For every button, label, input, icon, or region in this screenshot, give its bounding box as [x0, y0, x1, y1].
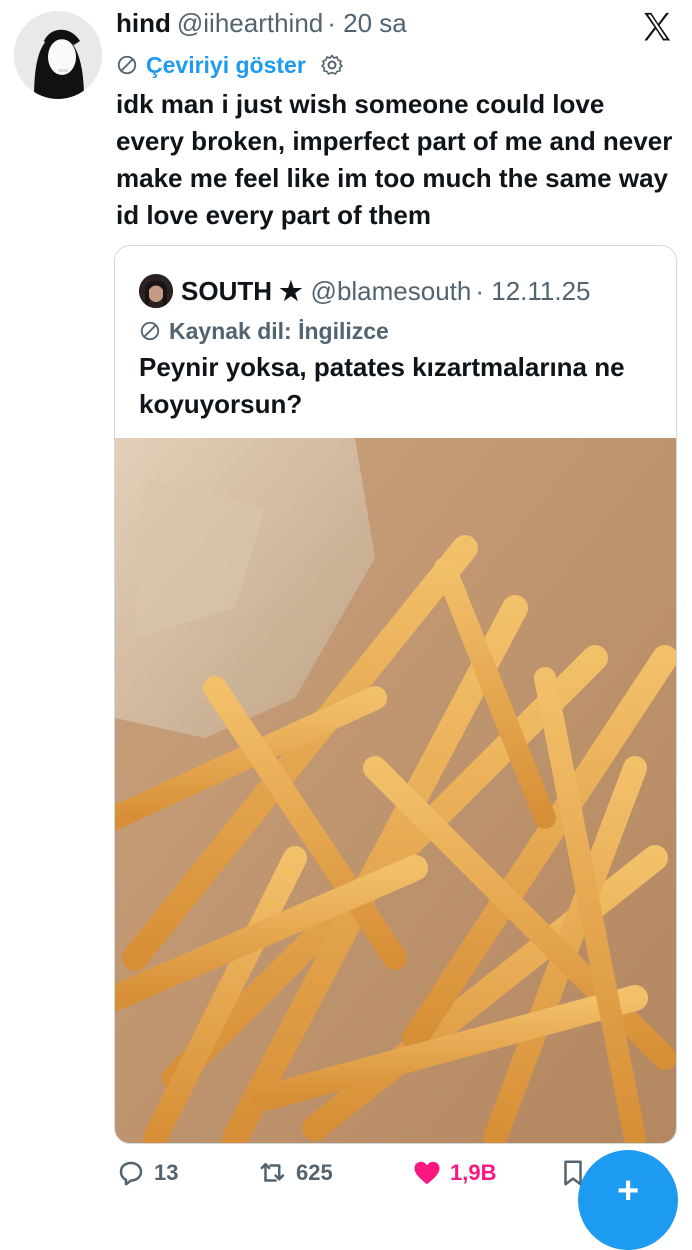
- tweet-text: idk man i just wish someone could love e…: [116, 89, 673, 230]
- quote-source-language: Kaynak dil: İngilizce: [139, 316, 389, 346]
- show-translation-link[interactable]: Çeviriyi göster: [146, 52, 306, 79]
- tweet-header: hind @iihearthind · 20 sa: [116, 8, 632, 44]
- globe-slash-icon: [140, 321, 160, 341]
- reply-icon: [119, 1161, 143, 1186]
- quote-date: · 12.11.25: [475, 275, 591, 306]
- author-handle[interactable]: @iihearthind: [177, 8, 323, 38]
- source-language-label: Kaynak dil: İngilizce: [169, 317, 389, 344]
- plus-icon: +: [617, 1170, 640, 1212]
- retweet-icon: [260, 1163, 285, 1182]
- quote-avatar: [139, 274, 173, 308]
- quote-text: Peynir yoksa, patates kızartmalarına ne …: [139, 352, 625, 419]
- heart-icon: [414, 1161, 440, 1185]
- x-logo-icon[interactable]: [640, 10, 674, 44]
- gear-icon[interactable]: [320, 53, 344, 77]
- quote-header: SOUTH ★ @blamesouth · 12.11.25: [139, 272, 591, 310]
- retweet-button[interactable]: 625: [258, 1158, 333, 1188]
- translate-row: Çeviriyi göster: [116, 50, 344, 80]
- quote-author-name: SOUTH ★: [181, 275, 303, 306]
- globe-slash-icon: [117, 55, 137, 75]
- compose-button[interactable]: +: [578, 1150, 678, 1250]
- avatar-image: [14, 11, 102, 99]
- like-count: 1,9B: [450, 1160, 497, 1185]
- reply-count: 13: [154, 1160, 179, 1185]
- author-name[interactable]: hind: [116, 8, 171, 38]
- reply-button[interactable]: 13: [116, 1158, 178, 1188]
- fries-photo[interactable]: [115, 438, 676, 1143]
- like-button[interactable]: 1,9B: [412, 1158, 496, 1188]
- tweet-time[interactable]: · 20 sa: [327, 8, 407, 38]
- retweet-count: 625: [296, 1160, 333, 1185]
- avatar[interactable]: [14, 11, 102, 99]
- quote-author-handle: @blamesouth: [310, 275, 472, 306]
- quoted-tweet[interactable]: SOUTH ★ @blamesouth · 12.11.25 Kaynak dil:…: [114, 245, 677, 1144]
